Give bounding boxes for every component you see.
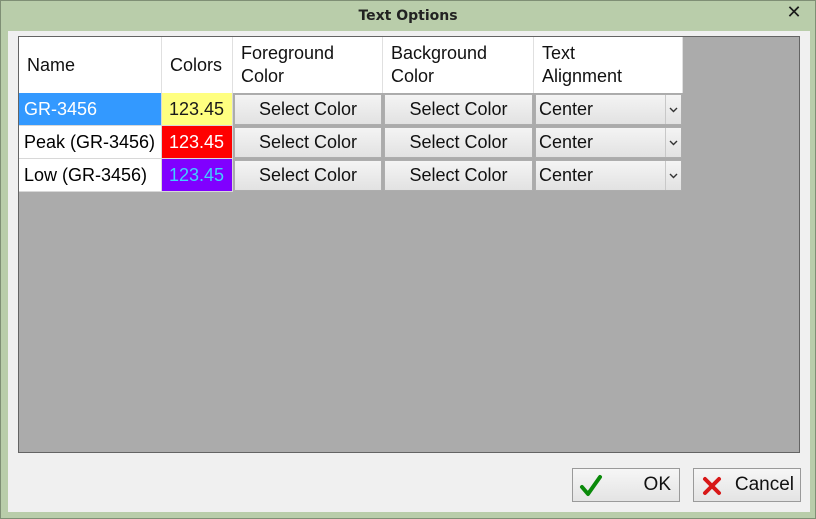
text-alignment-value: Center	[539, 165, 594, 185]
close-button[interactable]: ✕	[779, 1, 809, 23]
ok-label: OK	[643, 474, 671, 495]
column-header-label: Colors	[170, 54, 223, 75]
text-alignment-select[interactable]: Center	[535, 127, 682, 158]
name-cell[interactable]: Low (GR-3456)	[19, 159, 162, 192]
background-color-button[interactable]: Select Color	[384, 94, 533, 125]
chevron-down-icon[interactable]	[665, 161, 681, 190]
check-icon	[580, 475, 602, 496]
dialog-client-area: Name Colors Foreground Color Background …	[8, 31, 810, 512]
text-options-grid: Name Colors Foreground Color Background …	[18, 36, 800, 453]
name-cell[interactable]: GR-3456	[19, 93, 162, 126]
color-swatch: 123.45	[162, 126, 233, 159]
column-header-text-alignment[interactable]: Text Alignment	[534, 37, 683, 93]
column-header-background-color[interactable]: Background Color	[383, 37, 534, 93]
column-header-label: Text Alignment	[542, 43, 623, 86]
text-alignment-value: Center	[539, 99, 594, 119]
text-alignment-select[interactable]: Center	[535, 160, 682, 191]
column-header-label: Background Color	[391, 43, 488, 86]
background-color-button[interactable]: Select Color	[384, 160, 533, 191]
name-cell[interactable]: Peak (GR-3456)	[19, 126, 162, 159]
cross-icon	[703, 477, 721, 495]
column-header-foreground-color[interactable]: Foreground Color	[233, 37, 383, 93]
cancel-label: Cancel	[734, 474, 794, 495]
cancel-button[interactable]: Cancel	[693, 468, 801, 502]
column-header-label: Name	[27, 54, 76, 75]
foreground-color-button[interactable]: Select Color	[234, 160, 382, 191]
chevron-down-icon[interactable]	[665, 128, 681, 157]
close-icon: ✕	[786, 1, 802, 23]
text-alignment-select[interactable]: Center	[535, 94, 682, 125]
ok-button[interactable]: OK	[572, 468, 680, 502]
foreground-color-button[interactable]: Select Color	[234, 94, 382, 125]
column-header-label: Foreground Color	[241, 43, 335, 86]
color-swatch: 123.45	[162, 159, 233, 192]
background-color-button[interactable]: Select Color	[384, 127, 533, 158]
column-header-colors[interactable]: Colors	[162, 37, 233, 93]
foreground-color-button[interactable]: Select Color	[234, 127, 382, 158]
window-title: Text Options	[358, 8, 458, 24]
color-swatch: 123.45	[162, 93, 233, 126]
chevron-down-icon[interactable]	[665, 95, 681, 124]
dialog-window: Text Options ✕ Name Colors Foreground Co…	[0, 0, 816, 519]
column-header-name[interactable]: Name	[19, 37, 162, 93]
text-alignment-value: Center	[539, 132, 594, 152]
